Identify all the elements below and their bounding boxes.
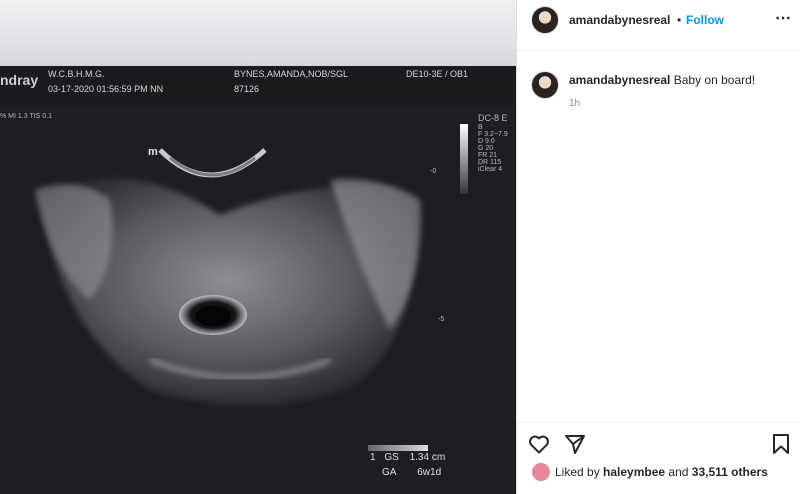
depth-mark-5: -5 bbox=[438, 316, 445, 323]
ga-label: GA bbox=[382, 467, 397, 478]
caption-text: Baby on board! bbox=[673, 73, 756, 87]
gs-label: GS bbox=[384, 452, 399, 463]
more-options-icon[interactable]: ⋯ bbox=[775, 8, 792, 28]
liker-username[interactable]: haleymbee bbox=[603, 465, 665, 479]
caption-avatar[interactable] bbox=[531, 71, 559, 99]
follow-button[interactable]: Follow bbox=[686, 13, 724, 27]
marker-1: 1 bbox=[370, 452, 376, 463]
patient-id: 87126 bbox=[234, 84, 260, 94]
instagram-post: ndray W.C.B.H.M.G. 03-17-2020 01:56:59 P… bbox=[0, 0, 800, 494]
param-line: DR 115 bbox=[478, 159, 502, 166]
param-line: iClear 4 bbox=[478, 166, 503, 173]
bookmark-icon[interactable] bbox=[769, 432, 793, 456]
likes-count[interactable]: 33,511 others bbox=[692, 465, 768, 479]
caption-username[interactable]: amandabynesreal bbox=[569, 73, 670, 87]
heart-icon[interactable] bbox=[527, 432, 551, 456]
header-divider bbox=[517, 50, 800, 51]
scan-header: ndray W.C.B.H.M.G. 03-17-2020 01:56:59 P… bbox=[0, 66, 516, 106]
param-line: B bbox=[478, 124, 483, 131]
dc-label: DC-8 E bbox=[478, 113, 508, 123]
param-line: D 9.0 bbox=[478, 138, 495, 145]
param-line: F 3.2~7.9 bbox=[478, 131, 508, 138]
ultrasound-image[interactable]: ndray W.C.B.H.M.G. 03-17-2020 01:56:59 P… bbox=[0, 0, 516, 494]
probe-label: DE10-3E / OB1 bbox=[406, 69, 469, 79]
likes-prefix: Liked by bbox=[555, 465, 604, 479]
actions-divider bbox=[517, 422, 800, 423]
grayscale-scale bbox=[460, 124, 468, 194]
liker-avatar[interactable] bbox=[531, 462, 551, 482]
measurement-readout: 1 GS 1.34 cm GA 6w1d bbox=[370, 452, 445, 478]
mi-ti-readout: % MI 1.3 TIS 0.1 bbox=[0, 113, 53, 120]
param-line: G 20 bbox=[478, 145, 494, 152]
separator-dot: • bbox=[677, 13, 682, 27]
scan-params: B F 3.2~7.9 D 9.0 G 20 FR 21 DR 115 iCle… bbox=[478, 124, 508, 173]
header-username[interactable]: amandabynesreal bbox=[569, 13, 670, 27]
post-time[interactable]: 1h bbox=[569, 98, 580, 109]
param-line: FR 21 bbox=[478, 152, 498, 159]
likes-summary: Liked by haleymbee and 33,511 others bbox=[555, 465, 768, 479]
m-marker: m bbox=[148, 146, 158, 158]
scanner-brand: ndray bbox=[0, 72, 39, 88]
patient-name: BYNES,AMANDA,NOB/SGL bbox=[234, 69, 349, 79]
scan-datetime: 03-17-2020 01:56:59 PM NN bbox=[48, 84, 164, 94]
post-sidebar: amandabynesreal • Follow ⋯ amandabynesre… bbox=[516, 0, 800, 494]
ga-value: 6w1d bbox=[417, 467, 442, 478]
depth-mark-0: -0 bbox=[430, 168, 437, 175]
gs-value: 1.34 cm bbox=[409, 452, 446, 463]
likes-and: and bbox=[665, 465, 692, 479]
avatar[interactable] bbox=[531, 6, 559, 34]
clinic-label: W.C.B.H.M.G. bbox=[48, 69, 105, 79]
scan-scale-bar bbox=[368, 445, 428, 451]
share-icon[interactable] bbox=[563, 432, 587, 456]
caption: amandabynesreal Baby on board! bbox=[569, 73, 789, 87]
